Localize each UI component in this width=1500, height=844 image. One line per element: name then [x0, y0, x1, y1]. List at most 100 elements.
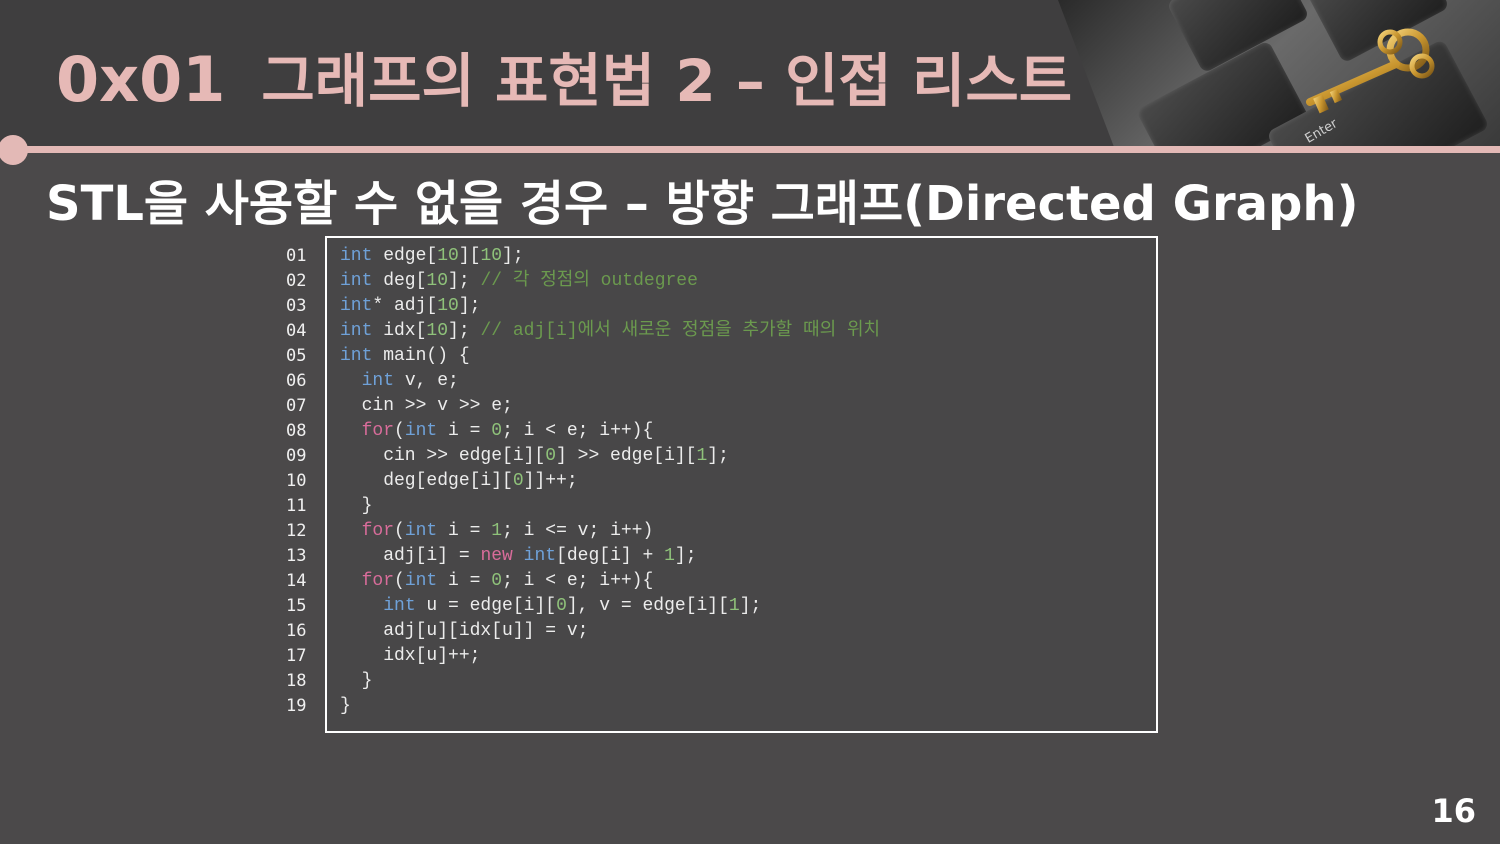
line-number: 15 [286, 596, 307, 616]
code-token: ]]++; [523, 471, 578, 491]
code-line: } [340, 494, 880, 519]
code-token: ]; [707, 446, 729, 466]
code-token: ( [394, 421, 405, 441]
header-divider [0, 146, 1500, 153]
page-number: 16 [1431, 792, 1476, 830]
code-comment: // adj[i]에서 새로운 정점을 추가할 때의 위치 [480, 321, 881, 341]
code-token: 0 [512, 471, 524, 491]
code-token: ]; [458, 296, 481, 316]
code-token: cin >> v >> e; [340, 396, 513, 416]
line-number: 19 [286, 696, 307, 716]
code-token: int [340, 346, 373, 366]
code-line: for(int i = 0; i < e; i++){ [340, 419, 880, 444]
line-number: 13 [286, 546, 307, 566]
code-line: int u = edge[i][0], v = edge[i][1]; [340, 594, 880, 619]
line-number: 11 [286, 496, 307, 516]
code-token: ]; [448, 271, 481, 291]
code-token: int [361, 371, 395, 391]
code-token: cin >> edge[i][ [340, 446, 546, 466]
slide-title: 0x01 그래프의 표현법 2 – 인접 리스트 [56, 34, 1072, 118]
code-token: edge[ [372, 246, 438, 266]
code-token: for [361, 571, 395, 591]
code-token: 0 [545, 446, 557, 466]
code-token: 0 [491, 421, 503, 441]
code-token: int [404, 521, 438, 541]
line-number: 06 [286, 371, 307, 391]
code-token: } [340, 496, 373, 516]
code-line: int* adj[10]; [340, 294, 880, 319]
section-number: 0x01 [56, 43, 226, 116]
code-token: 10 [437, 296, 459, 316]
slide-header: 0x01 그래프의 표현법 2 – 인접 리스트 Enter [0, 0, 1500, 147]
code-token: for [361, 521, 395, 541]
code-line: adj[i] = new int[deg[i] + 1]; [340, 544, 880, 569]
code-token: 1 [696, 446, 708, 466]
code-line: for(int i = 0; i < e; i++){ [340, 569, 880, 594]
divider-dot [0, 135, 28, 165]
code-token: for [361, 421, 395, 441]
code-token: int [383, 596, 416, 616]
code-token: [deg[i] + [556, 546, 665, 566]
code-token: adj[i] = [340, 546, 481, 566]
line-number: 12 [286, 521, 307, 541]
code-token: ( [394, 521, 405, 541]
code-token: int [404, 421, 438, 441]
code-token: u = edge[i][ [415, 596, 557, 616]
code-token: 10 [437, 246, 459, 266]
code-token: 10 [480, 246, 503, 266]
code-token: i = [437, 421, 492, 441]
code-line: for(int i = 1; i <= v; i++) [340, 519, 880, 544]
code-token: deg[ [372, 271, 427, 291]
code-token: ]; [674, 546, 697, 566]
code-token: ; i < e; i++){ [502, 571, 654, 591]
line-number: 08 [286, 421, 307, 441]
line-number: 07 [286, 396, 307, 416]
code-token: 0 [556, 596, 567, 616]
code-token: int [340, 321, 373, 341]
code-token: i = [437, 571, 492, 591]
code-token: v, e; [394, 371, 459, 391]
code-token: 1 [664, 546, 675, 566]
code-token: int [340, 296, 373, 316]
code-token: idx[u]++; [340, 646, 481, 666]
code-token: ]; [502, 246, 524, 266]
keyboard-image: Enter [1058, 0, 1500, 147]
code-token: 10 [426, 321, 449, 341]
code-token: int [523, 546, 557, 566]
code-token: 1 [728, 596, 740, 616]
code-comment: // 각 정점의 outdegree [480, 271, 698, 291]
line-number: 01 [286, 246, 307, 266]
code-line: adj[u][idx[u]] = v; [340, 619, 880, 644]
title-text: 그래프의 표현법 2 – 인접 리스트 [261, 47, 1073, 115]
code-token: int [340, 271, 373, 291]
slide-subtitle: STL을 사용할 수 없을 경우 – 방향 그래프(Directed Graph… [46, 176, 1359, 232]
code-token: int [340, 246, 373, 266]
code-token: ; i < e; i++){ [502, 421, 654, 441]
code-token: ( [394, 571, 405, 591]
code-line: int idx[10]; // adj[i]에서 새로운 정점을 추가할 때의 … [340, 319, 880, 344]
code-line: int deg[10]; // 각 정점의 outdegree [340, 269, 880, 294]
line-number: 17 [286, 646, 307, 666]
code-token: ]; [448, 321, 481, 341]
code-token: ]; [739, 596, 762, 616]
code-token: 0 [491, 571, 503, 591]
code-line: cin >> edge[i][0] >> edge[i][1]; [340, 444, 880, 469]
line-number: 10 [286, 471, 307, 491]
code-line: cin >> v >> e; [340, 394, 880, 419]
line-number: 05 [286, 346, 307, 366]
code-token: i = [437, 521, 492, 541]
code-token: } [340, 671, 373, 691]
code-line: } [340, 669, 880, 694]
code-token: idx[ [372, 321, 427, 341]
code-line: int edge[10][10]; [340, 244, 880, 269]
code-line: } [340, 694, 880, 719]
code-token: 10 [426, 271, 449, 291]
code-token: ; i <= v; i++) [502, 521, 654, 541]
line-number: 16 [286, 621, 307, 641]
code-token: deg[edge[i][ [340, 471, 513, 491]
line-number: 04 [286, 321, 307, 341]
code-token: ][ [458, 246, 481, 266]
